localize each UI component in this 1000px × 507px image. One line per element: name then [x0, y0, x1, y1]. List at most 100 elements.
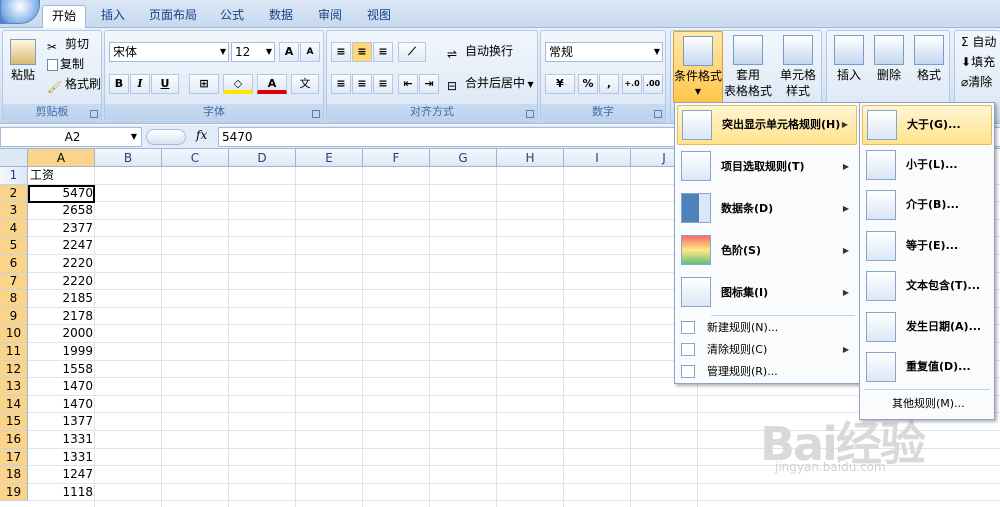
cell-a[interactable]: 2658 [28, 202, 95, 220]
align-center-button[interactable]: ≡ [352, 74, 372, 94]
bold-button[interactable]: B [109, 74, 129, 94]
tab-data[interactable]: 数据 [260, 5, 302, 28]
row-header[interactable]: 16 [0, 431, 28, 449]
font-size-select[interactable]: 12 ▼ [231, 42, 275, 62]
row-header[interactable]: 1 [0, 167, 28, 185]
row-header[interactable]: 6 [0, 255, 28, 273]
submenu-item[interactable]: 文本包含(T)... [862, 267, 992, 307]
orientation-button[interactable]: ⟋ [398, 42, 426, 62]
row-header[interactable]: 2 [0, 184, 28, 203]
cell-a[interactable]: 1377 [28, 413, 95, 431]
cell-a[interactable]: 1247 [28, 466, 95, 484]
font-name-select[interactable]: 宋体 ▼ [109, 42, 229, 62]
insert-cells-button[interactable]: 插入 [829, 35, 869, 83]
align-middle-button[interactable]: ≡ [352, 42, 372, 62]
select-all-corner[interactable] [0, 149, 28, 167]
office-button[interactable] [0, 0, 40, 24]
column-header-f[interactable]: F [363, 149, 430, 167]
format-cells-button[interactable]: 格式 [909, 35, 949, 83]
row-header[interactable]: 15 [0, 413, 28, 431]
tab-review[interactable]: 审阅 [309, 5, 351, 28]
cell-a[interactable]: 1470 [28, 378, 95, 396]
menu-item-clear-rules[interactable]: 清除规则(C) ▶ [677, 339, 857, 361]
cell-a[interactable]: 2377 [28, 220, 95, 238]
grow-font-button[interactable]: A [279, 42, 299, 62]
row-header[interactable]: 18 [0, 466, 28, 484]
align-left-button[interactable]: ≡ [331, 74, 351, 94]
shrink-font-button[interactable]: A [300, 42, 320, 62]
menu-item-new-rule[interactable]: 新建规则(N)... [677, 317, 857, 339]
submenu-item[interactable]: 小于(L)... [862, 146, 992, 186]
underline-button[interactable]: U [151, 74, 179, 94]
merge-center-button[interactable]: ⊟ 合并后居中 ▼ [445, 74, 534, 94]
cell-a[interactable]: 1331 [28, 449, 95, 467]
font-launcher-icon[interactable] [312, 110, 320, 118]
cell-a[interactable]: 2178 [28, 308, 95, 326]
submenu-item[interactable]: 大于(G)... [862, 105, 992, 145]
submenu-item[interactable]: 重复值(D)... [862, 348, 992, 388]
menu-item-color-scales[interactable]: 色阶(S) ▶ [677, 231, 857, 271]
currency-button[interactable]: ¥ [545, 74, 575, 94]
submenu-item[interactable]: 发生日期(A)... [862, 308, 992, 348]
decrease-indent-button[interactable]: ⇤ [398, 74, 418, 94]
number-format-select[interactable]: 常规 ▼ [545, 42, 663, 62]
row-header[interactable]: 10 [0, 325, 28, 343]
cell-a[interactable]: 工资 [28, 167, 95, 185]
number-launcher-icon[interactable] [654, 110, 662, 118]
row-header[interactable]: 11 [0, 343, 28, 361]
menu-item-manage-rules[interactable]: 管理规则(R)... [677, 361, 857, 383]
submenu-item[interactable]: 介于(B)... [862, 186, 992, 226]
paste-button[interactable]: 粘贴 [7, 39, 39, 83]
increase-indent-button[interactable]: ⇥ [419, 74, 439, 94]
name-box[interactable]: A2 ▼ [0, 127, 142, 147]
cell-a[interactable]: 2000 [28, 325, 95, 343]
tab-insert[interactable]: 插入 [92, 5, 134, 28]
cell-a[interactable]: 1999 [28, 343, 95, 361]
clear-button[interactable]: ⌀清除 [959, 73, 992, 93]
menu-item-icon-sets[interactable]: 图标集(I) ▶ [677, 273, 857, 313]
format-painter-button[interactable]: 🖌 格式刷 [45, 75, 101, 95]
percent-button[interactable]: % [578, 74, 598, 94]
format-as-table-button[interactable]: 套用 表格格式 [723, 35, 773, 99]
fill-button[interactable]: ⬇填充 [959, 53, 995, 73]
borders-button[interactable]: ⊞ [189, 74, 219, 94]
align-right-button[interactable]: ≡ [373, 74, 393, 94]
column-header-d[interactable]: D [229, 149, 296, 167]
tab-view[interactable]: 视图 [358, 5, 400, 28]
align-bottom-button[interactable]: ≡ [373, 42, 393, 62]
delete-cells-button[interactable]: 删除 [869, 35, 909, 83]
column-header-e[interactable]: E [296, 149, 363, 167]
italic-button[interactable]: I [130, 74, 150, 94]
cell-a[interactable]: 2247 [28, 237, 95, 255]
row-header[interactable]: 9 [0, 307, 28, 326]
cell-styles-button[interactable]: 单元格 样式 [775, 35, 821, 99]
cell-a[interactable]: 1558 [28, 361, 95, 379]
menu-item-top-bottom-rules[interactable]: 项目选取规则(T) ▶ [677, 147, 857, 187]
row-header[interactable]: 13 [0, 378, 28, 396]
column-header-b[interactable]: B [95, 149, 162, 167]
alignment-launcher-icon[interactable] [526, 110, 534, 118]
cut-button[interactable]: ✂ 剪切 [45, 35, 89, 55]
row-header[interactable]: 5 [0, 237, 28, 255]
cell-a[interactable]: 1118 [28, 484, 95, 502]
column-header-i[interactable]: I [564, 149, 631, 167]
row-header[interactable]: 12 [0, 360, 28, 379]
tab-formulas[interactable]: 公式 [211, 5, 253, 28]
row-header[interactable]: 14 [0, 395, 28, 414]
wrap-text-button[interactable]: ⇌ 自动换行 [445, 42, 513, 62]
increase-decimal-button[interactable]: +.0 [622, 74, 642, 94]
cell-a[interactable]: 2220 [28, 273, 95, 291]
copy-button[interactable]: 复制 [45, 55, 84, 75]
column-header-c[interactable]: C [162, 149, 229, 167]
cell-a[interactable]: 1470 [28, 396, 95, 414]
column-header-g[interactable]: G [430, 149, 497, 167]
cell-a[interactable]: 2220 [28, 255, 95, 273]
submenu-item[interactable]: 等于(E)... [862, 227, 992, 267]
phonetic-button[interactable]: 文 [291, 74, 319, 94]
tab-page-layout[interactable]: 页面布局 [140, 5, 206, 28]
column-header-a[interactable]: A [28, 149, 95, 167]
column-header-h[interactable]: H [497, 149, 564, 167]
fill-color-button[interactable]: ◇ [223, 74, 253, 94]
font-color-button[interactable]: A [257, 74, 287, 94]
conditional-format-button[interactable]: 条件格式 ▼ [673, 31, 723, 103]
